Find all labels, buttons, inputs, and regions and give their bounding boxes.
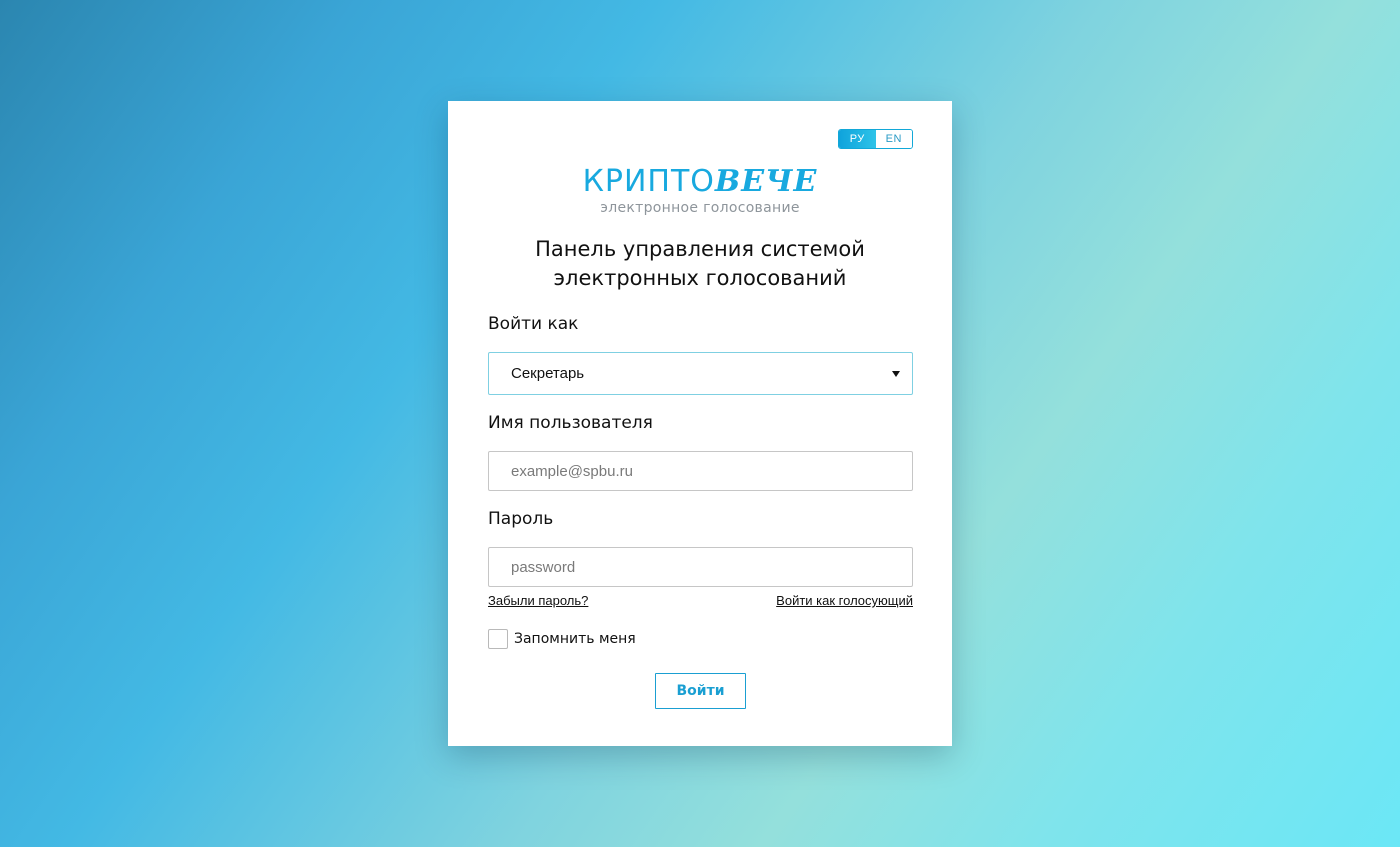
page-title: Панель управления системой электронных г…: [448, 235, 952, 293]
login-button[interactable]: Войти: [655, 673, 746, 709]
logo-wordmark-part2: ВЕЧЕ: [714, 164, 818, 199]
logo-subtitle: электронное голосование: [600, 200, 800, 216]
logo-wordmark-part1: КРИПТО: [582, 164, 715, 199]
password-input[interactable]: [488, 547, 913, 587]
remember-me: Запомнить меня: [488, 629, 636, 649]
language-switch: РУ EN: [838, 129, 913, 149]
username-label: Имя пользователя: [488, 413, 653, 433]
role-label: Войти как: [488, 314, 579, 334]
username-input[interactable]: [488, 451, 913, 491]
remember-me-label: Запомнить меня: [514, 631, 636, 647]
role-select-value: Секретарь: [511, 365, 585, 382]
password-label: Пароль: [488, 509, 554, 529]
chevron-down-icon: [892, 371, 900, 377]
login-card: РУ EN КРИПТОВЕЧЕ электронное голосование…: [448, 101, 952, 746]
page-title-line1: Панель управления системой: [535, 237, 865, 261]
page-title-line2: электронных голосований: [553, 266, 847, 290]
role-select[interactable]: Секретарь: [488, 352, 913, 395]
remember-me-checkbox[interactable]: [488, 629, 508, 649]
lang-en-button[interactable]: EN: [875, 130, 912, 148]
login-as-voter-link[interactable]: Войти как голосующий: [776, 593, 913, 608]
logo: КРИПТОВЕЧЕ электронное голосование: [448, 165, 952, 217]
logo-wordmark: КРИПТОВЕЧЕ: [448, 165, 952, 199]
forgot-password-link[interactable]: Забыли пароль?: [488, 593, 588, 608]
lang-ru-button[interactable]: РУ: [839, 130, 876, 148]
